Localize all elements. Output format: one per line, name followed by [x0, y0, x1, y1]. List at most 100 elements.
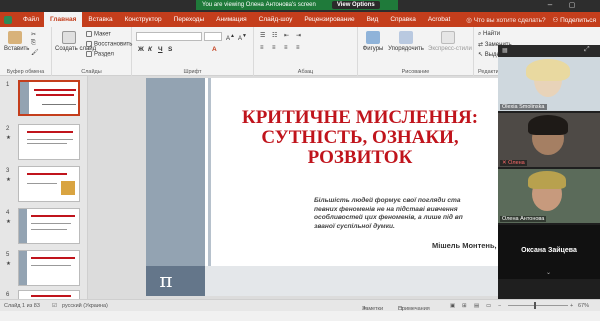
active-speaker-tile[interactable]: Оксана Зайцева ⌄ — [498, 225, 600, 279]
participant-tile[interactable]: ✕ Олена — [498, 113, 600, 167]
section-button[interactable]: Раздел — [86, 51, 114, 58]
grid-icon[interactable]: ▦ — [502, 47, 508, 54]
minimize-button[interactable]: – — [543, 1, 557, 10]
language-indicator[interactable]: русский (Украина) — [62, 303, 108, 309]
slideshow-view-icon[interactable]: ▭ — [486, 303, 491, 309]
find-button[interactable]: ⌕ Найти — [478, 31, 500, 38]
indent-icon[interactable]: ⇤ — [284, 32, 289, 39]
shapes-button[interactable]: Фигуры — [362, 31, 384, 52]
shapes-icon — [366, 31, 380, 44]
tab-view[interactable]: Вид — [361, 12, 385, 27]
participant-hair — [528, 115, 568, 135]
tab-home[interactable]: Главная — [43, 12, 83, 27]
clipboard-group: Вставить ✂ ⎘ 🖌 Буфер обмена — [0, 27, 52, 76]
justify-icon[interactable]: ≡ — [296, 45, 300, 51]
current-slide[interactable]: π КРИТИЧНЕ МИСЛЕННЯ: СУТНІСТЬ, ОЗНАКИ, Р… — [146, 78, 498, 296]
taskbar-strip — [0, 311, 600, 321]
slide-thumbnail-4[interactable] — [18, 208, 80, 244]
slide-thumbnail-3[interactable] — [18, 166, 80, 202]
tab-slideshow[interactable]: Слайд-шоу — [253, 12, 299, 27]
section-icon — [86, 51, 92, 57]
layout-icon — [86, 31, 92, 37]
view-options-button[interactable]: View Options — [331, 1, 380, 9]
slide-thumbnail-5[interactable] — [18, 250, 80, 286]
new-slide-button[interactable]: Создать слайд — [55, 31, 96, 52]
tab-transitions[interactable]: Переходы — [168, 12, 211, 27]
zoom-in-icon[interactable]: + — [570, 303, 573, 309]
quick-styles-button[interactable]: Экспресс-стили — [428, 31, 472, 52]
align-center-icon[interactable]: ≡ — [272, 45, 276, 51]
slide-title[interactable]: КРИТИЧНЕ МИСЛЕННЯ: СУТНІСТЬ, ОЗНАКИ, РОЗ… — [210, 108, 498, 168]
align-right-icon[interactable]: ≡ — [284, 45, 288, 51]
replace-icon: ⇄ — [478, 42, 485, 48]
pi-symbol: π — [159, 268, 173, 292]
font-color-icon[interactable]: A — [212, 46, 217, 53]
sorter-view-icon[interactable]: ⊞ — [462, 303, 467, 309]
share-notice: You are viewing Олена Антонова's screen — [202, 2, 316, 8]
shrink-font-icon[interactable]: A▼ — [238, 33, 247, 42]
slide-thumbnail-1[interactable] — [18, 80, 80, 116]
maximize-button[interactable]: ▢ — [565, 1, 579, 10]
zoom-slider-thumb[interactable] — [534, 302, 536, 309]
normal-view-icon[interactable]: ▣ — [450, 303, 455, 309]
tab-help[interactable]: Справка — [384, 12, 422, 27]
ribbon-tabs: Файл Главная Вставка Конструктор Переход… — [0, 12, 600, 27]
format-painter-icon[interactable]: 🖌 — [31, 49, 39, 56]
arrange-button[interactable]: Упорядочить — [388, 31, 424, 52]
zoom-out-icon[interactable]: − — [498, 303, 501, 309]
slide-thumbnail-6[interactable] — [18, 290, 80, 299]
bold-button[interactable]: Ж — [138, 46, 144, 53]
expand-icon[interactable]: ⤢ — [584, 46, 590, 54]
tab-review[interactable]: Рецензирование — [298, 12, 360, 27]
thumb-number: 3 — [6, 168, 10, 174]
video-gallery: ▦ ⤢ Olexia Smolinska ✕ Олена Олена Антон… — [498, 45, 600, 299]
numbering-icon[interactable]: ☷ — [272, 32, 277, 39]
reset-button[interactable]: Восстановить — [86, 41, 132, 48]
drawing-group: Фигуры Упорядочить Экспресс-стили Рисова… — [358, 27, 474, 76]
italic-button[interactable]: К — [148, 46, 152, 53]
new-slide-icon — [62, 31, 76, 44]
font-size-select[interactable] — [204, 32, 222, 41]
outdent-icon[interactable]: ⇥ — [296, 32, 301, 39]
arrange-icon — [399, 31, 413, 44]
slide-editor[interactable]: π КРИТИЧНЕ МИСЛЕННЯ: СУТНІСТЬ, ОЗНАКИ, Р… — [88, 76, 498, 299]
font-label: Шрифт — [183, 69, 202, 75]
bullets-icon[interactable]: ☰ — [260, 32, 265, 39]
tell-me-search[interactable]: ◎ Что вы хотите сделать? — [466, 16, 545, 24]
layout-button[interactable]: Макет — [86, 31, 111, 38]
thumb-number: 6 — [6, 292, 10, 298]
strikethrough-button[interactable]: S — [168, 46, 172, 53]
participant-name: Олена Антонова — [500, 216, 547, 222]
share-button[interactable]: ⚇ Поделиться — [552, 16, 596, 24]
slide-thumbnail-2[interactable] — [18, 124, 80, 160]
tab-acrobat[interactable]: Acrobat — [422, 12, 456, 27]
participant-tile[interactable]: Олена Антонова — [498, 169, 600, 223]
chevron-down-icon[interactable]: ⌄ — [546, 269, 551, 276]
tab-animations[interactable]: Анимация — [210, 12, 253, 27]
screen-share-banner: You are viewing Олена Антонова's screen … — [196, 0, 398, 10]
paste-button[interactable]: Вставить — [4, 31, 29, 52]
align-left-icon[interactable]: ≡ — [260, 45, 264, 51]
spellcheck-icon[interactable]: ☑ — [52, 303, 57, 309]
slide-thumbnails-panel[interactable]: 1 2 ★ 3 ★ 4 ★ 5 ★ 6 — [0, 76, 88, 299]
reading-view-icon[interactable]: ▤ — [474, 303, 479, 309]
underline-button[interactable]: Ч — [158, 46, 163, 53]
zoom-level[interactable]: 67% — [578, 303, 589, 309]
quick-styles-icon — [441, 31, 455, 44]
paragraph-label: Абзац — [297, 69, 314, 75]
font-name-select[interactable] — [136, 32, 202, 41]
tab-insert[interactable]: Вставка — [82, 12, 118, 27]
slide-quote-author[interactable]: Мішель Монтень, — [432, 241, 498, 250]
slide-side-bar — [146, 78, 205, 296]
cut-icon[interactable]: ✂ — [31, 31, 36, 38]
slide-quote[interactable]: Більшість людей формує свої погляди ста … — [314, 197, 498, 231]
zoom-slider[interactable] — [508, 302, 568, 309]
copy-icon[interactable]: ⎘ — [31, 40, 36, 47]
tab-design[interactable]: Конструктор — [119, 12, 168, 27]
slides-group: Создать слайд Макет Восстановить Раздел … — [52, 27, 132, 76]
participant-tile[interactable]: Olexia Smolinska — [498, 57, 600, 111]
animation-star-icon: ★ — [6, 219, 11, 225]
tab-file[interactable]: Файл — [18, 12, 44, 27]
font-group: A▲ A▼ Ж К Ч S A Шрифт — [132, 27, 254, 76]
grow-font-icon[interactable]: A▲ — [226, 33, 235, 42]
